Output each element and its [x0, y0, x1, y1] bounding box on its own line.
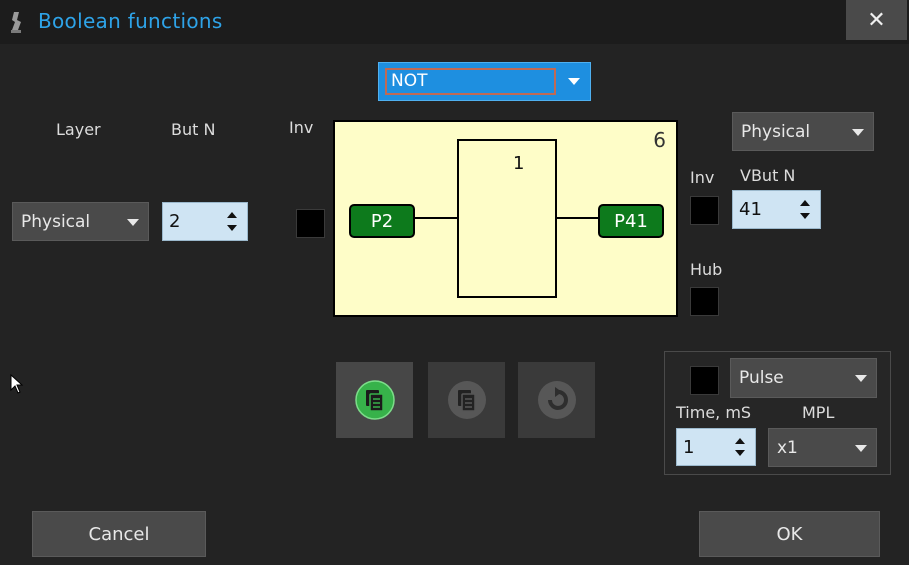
close-button[interactable]: ✕	[846, 0, 907, 40]
output-invert-label: Inv	[690, 168, 715, 187]
input-layer-select[interactable]: Physical	[12, 202, 149, 241]
vbut-number-label: VBut N	[740, 166, 796, 185]
input-invert-label: Inv	[289, 118, 314, 137]
ok-button[interactable]: OK	[699, 511, 880, 557]
paste-button[interactable]	[428, 362, 505, 438]
hub-checkbox[interactable]	[690, 287, 719, 316]
logic-diagram: 6 1 P2 P41	[333, 120, 678, 317]
time-spinner[interactable]: 1	[676, 428, 756, 466]
pulse-checkbox[interactable]	[690, 366, 719, 395]
undo-icon	[537, 381, 576, 419]
chevron-down-icon	[855, 444, 867, 452]
diagram-corner-number: 6	[653, 128, 666, 152]
spin-up-icon[interactable]	[227, 212, 237, 218]
vbut-number-spinner[interactable]: 41	[732, 190, 821, 229]
output-layer-select[interactable]: Physical	[732, 112, 874, 151]
time-label: Time, mS	[676, 403, 752, 422]
button-number-label: But N	[171, 120, 216, 139]
input-layer-value: Physical	[21, 211, 91, 232]
pulse-mode-select[interactable]: Pulse	[730, 358, 877, 398]
chevron-down-icon	[127, 218, 139, 226]
spin-down-icon[interactable]	[227, 225, 237, 231]
time-value: 1	[683, 436, 695, 458]
input-invert-checkbox[interactable]	[296, 209, 325, 238]
cancel-button[interactable]: Cancel	[32, 511, 206, 557]
output-wire	[557, 217, 599, 219]
spin-up-icon[interactable]	[735, 438, 745, 444]
input-port[interactable]: P2	[349, 204, 415, 238]
button-number-value: 2	[169, 211, 181, 232]
mpl-select[interactable]: x1	[768, 428, 877, 467]
logic-gate: 1	[457, 139, 557, 298]
mpl-label: MPL	[802, 403, 835, 422]
spin-down-icon[interactable]	[735, 450, 745, 456]
vbut-number-value: 41	[739, 199, 762, 220]
undo-button[interactable]	[518, 362, 595, 438]
function-select[interactable]: NOT	[378, 62, 591, 101]
layer-label: Layer	[56, 120, 101, 139]
output-invert-checkbox[interactable]	[690, 196, 719, 225]
hub-label: Hub	[690, 260, 723, 279]
close-icon: ✕	[867, 7, 886, 33]
copy-icon	[354, 380, 395, 420]
output-port[interactable]: P41	[598, 204, 664, 238]
input-wire	[415, 217, 457, 219]
function-select-value: NOT	[385, 68, 556, 95]
window-title: Boolean functions	[38, 9, 223, 33]
copy-button[interactable]	[336, 362, 413, 438]
mouse-cursor-icon	[10, 374, 24, 394]
app-icon	[11, 12, 21, 33]
chevron-down-icon	[855, 375, 867, 382]
gate-label: 1	[513, 153, 525, 174]
spin-up-icon[interactable]	[800, 200, 810, 206]
output-layer-value: Physical	[741, 121, 811, 142]
paste-icon	[447, 381, 486, 419]
mpl-value: x1	[777, 437, 798, 458]
button-number-spinner[interactable]: 2	[162, 202, 248, 241]
spin-down-icon[interactable]	[800, 213, 810, 219]
chevron-down-icon	[852, 128, 864, 136]
chevron-down-icon	[568, 78, 580, 85]
pulse-mode-value: Pulse	[739, 368, 784, 388]
pulse-group: Pulse Time, mS MPL 1 x1	[664, 351, 891, 475]
